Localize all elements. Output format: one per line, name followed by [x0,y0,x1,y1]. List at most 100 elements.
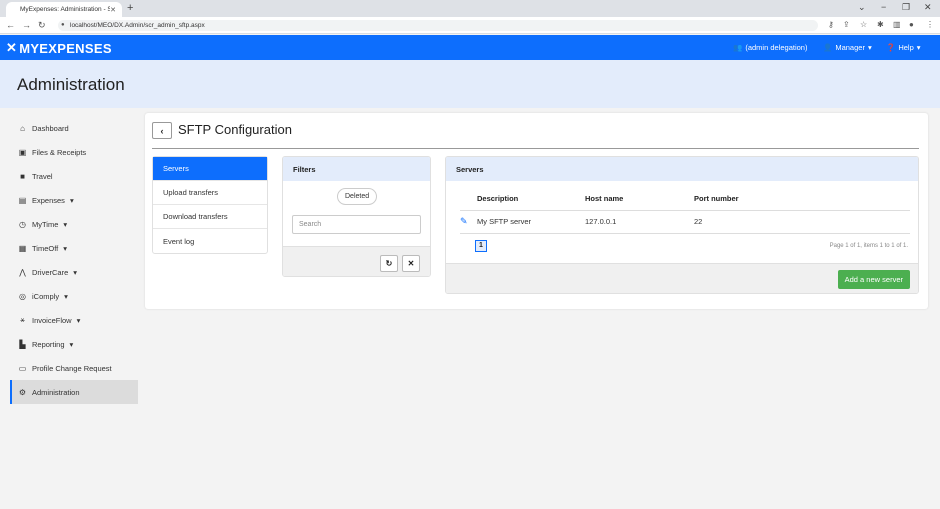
home-icon: ⌂ [20,123,25,133]
sidebar-item-expenses[interactable]: ▤ Expenses ▾ [10,188,138,212]
chevron-left-icon: ‹ [160,125,164,136]
url-field[interactable]: ● localhost/MEO/DX.Admin/scr_admin_sftp.… [58,20,818,31]
forward-icon[interactable]: → [22,20,31,30]
sidebar-item-administration[interactable]: ⚙ Administration [10,380,138,404]
close-window-icon[interactable]: ✕ [924,2,932,13]
tab-close-icon[interactable]: ✕ [110,6,116,14]
page-number-button[interactable]: 1 [475,240,487,252]
column-header-description[interactable]: Description [477,194,518,203]
paging-info: Page 1 of 1, items 1 to 1 of 1. [829,243,908,249]
user-menu[interactable]: 👤 Manager ▾ [823,43,872,52]
caret-down-icon: ▾ [867,43,872,52]
share-icon[interactable]: ⇪ [843,20,850,29]
calculator-icon: ▤ [18,195,27,205]
card-title: SFTP Configuration [178,122,292,137]
row-divider [460,233,910,234]
brand-logo[interactable]: ✕ MYEXPENSES [6,40,112,56]
profile-icon[interactable]: ● [909,20,914,29]
caret-down-icon: ▾ [63,243,68,253]
back-icon[interactable]: ← [6,20,15,30]
invoice-flow-icon: ⚹ [20,315,25,324]
star-icon[interactable]: ☆ [860,20,867,29]
menu-item-event-log[interactable]: Event log [153,229,267,253]
sidebar-item-label: InvoiceFlow [32,315,72,325]
caret-down-icon: ▾ [69,339,74,349]
sidebar-item-label: Expenses [32,195,65,205]
sidebar-item-label: Profile Change Request [32,363,112,373]
deleted-filter-chip[interactable]: Deleted [337,188,378,205]
side-panel-icon[interactable]: ▥ [893,20,901,29]
sftp-menu: Servers Upload transfers Download transf… [152,156,268,254]
row-description: My SFTP server [477,217,532,226]
browser-tab[interactable]: MyExpenses: Administration - SF ✕ [6,2,122,17]
sidebar-item-label: Files & Receipts [32,147,87,157]
title-band [0,60,940,108]
column-header-host-name[interactable]: Host name [585,194,623,203]
column-header-port-number[interactable]: Port number [694,194,739,203]
menu-item-servers[interactable]: Servers [153,157,267,181]
header-divider [460,210,910,211]
key-icon[interactable]: ⚷ [828,20,834,29]
cogs-icon: ⚙ [18,387,27,397]
row-port-number: 22 [694,217,703,226]
menu-item-download-transfers[interactable]: Download transfers [153,205,267,229]
reload-icon[interactable]: ↻ [38,20,46,31]
user-icon: 👤 [823,43,833,52]
sidebar-item-label: DriverCare [32,267,69,277]
sidebar-item-label: Dashboard [32,123,69,133]
edit-pencil-icon[interactable]: ✎ [460,216,468,227]
sidebar-item-timeoff[interactable]: ▦ TimeOff ▾ [10,236,138,260]
user-label: Manager [835,43,865,52]
caret-down-icon: ▾ [64,291,68,301]
menu-dots-icon[interactable]: ⋮ [926,20,934,29]
sidebar-item-label: TimeOff [32,243,59,253]
refresh-icon: ↻ [385,259,393,268]
image-icon: ▣ [18,147,27,157]
help-menu[interactable]: ❓ Help ▾ [886,43,921,52]
report-icon: ▙ [19,339,26,349]
road-icon: ⋀ [19,267,26,277]
servers-footer: Add a new server [446,263,918,293]
delegation-link[interactable]: 👥 (admin delegation) [733,43,807,52]
clock-icon: ◷ [19,219,26,229]
servers-panel: Servers Description Host name Port numbe… [445,156,919,294]
servers-title: Servers [446,157,918,181]
new-tab-icon[interactable]: + [127,2,133,14]
filters-title: Filters [283,157,430,181]
back-button[interactable]: ‹ [152,122,172,139]
extensions-icon[interactable]: ✱ [877,20,884,29]
sidebar-item-travel[interactable]: ■ Travel [10,164,138,188]
browser-tab-bar: MyExpenses: Administration - SF ✕ + ⌄ − … [0,0,940,17]
tab-search-icon[interactable]: ⌄ [858,2,866,13]
refresh-button[interactable]: ↻ [380,255,398,272]
sidebar-item-profile-change-request[interactable]: ▭ Profile Change Request [10,356,138,380]
calendar-icon: ▦ [18,243,27,253]
minimize-icon[interactable]: − [881,2,886,12]
sidebar-item-drivercare[interactable]: ⋀ DriverCare ▾ [10,260,138,284]
search-input[interactable]: Search [292,215,421,234]
delegation-label: (admin delegation) [745,43,808,52]
caret-down-icon: ▾ [73,267,78,277]
close-icon: ✕ [407,259,415,268]
url-text: localhost/MEO/DX.Admin/scr_admin_sftp.as… [70,22,205,29]
help-icon: ❓ [886,43,896,52]
sidebar-item-invoiceflow[interactable]: ⚹ InvoiceFlow ▾ [10,308,138,332]
menu-item-upload-transfers[interactable]: Upload transfers [153,181,267,205]
sidebar-item-dashboard[interactable]: ⌂ Dashboard [10,116,138,140]
inbox-icon: ▭ [18,363,27,373]
compliance-icon: ◎ [19,291,26,301]
filters-footer: ↻ ✕ [283,246,430,276]
sidebar-item-files-receipts[interactable]: ▣ Files & Receipts [10,140,138,164]
restore-icon[interactable]: ❐ [902,2,910,13]
sidebar: ⌂ Dashboard ▣ Files & Receipts ■ Travel … [10,116,138,404]
sidebar-item-reporting[interactable]: ▙ Reporting ▾ [10,332,138,356]
clear-filters-button[interactable]: ✕ [402,255,420,272]
sidebar-item-mytime[interactable]: ◷ MyTime ▾ [10,212,138,236]
sidebar-item-label: iComply [32,291,60,301]
add-server-button[interactable]: Add a new server [837,270,910,289]
sidebar-item-icomply[interactable]: ◎ iComply ▾ [10,284,138,308]
users-icon: 👥 [733,43,743,52]
sidebar-item-label: Reporting [32,339,65,349]
row-host-name: 127.0.0.1 [585,217,617,226]
caret-down-icon: ▾ [69,195,74,205]
